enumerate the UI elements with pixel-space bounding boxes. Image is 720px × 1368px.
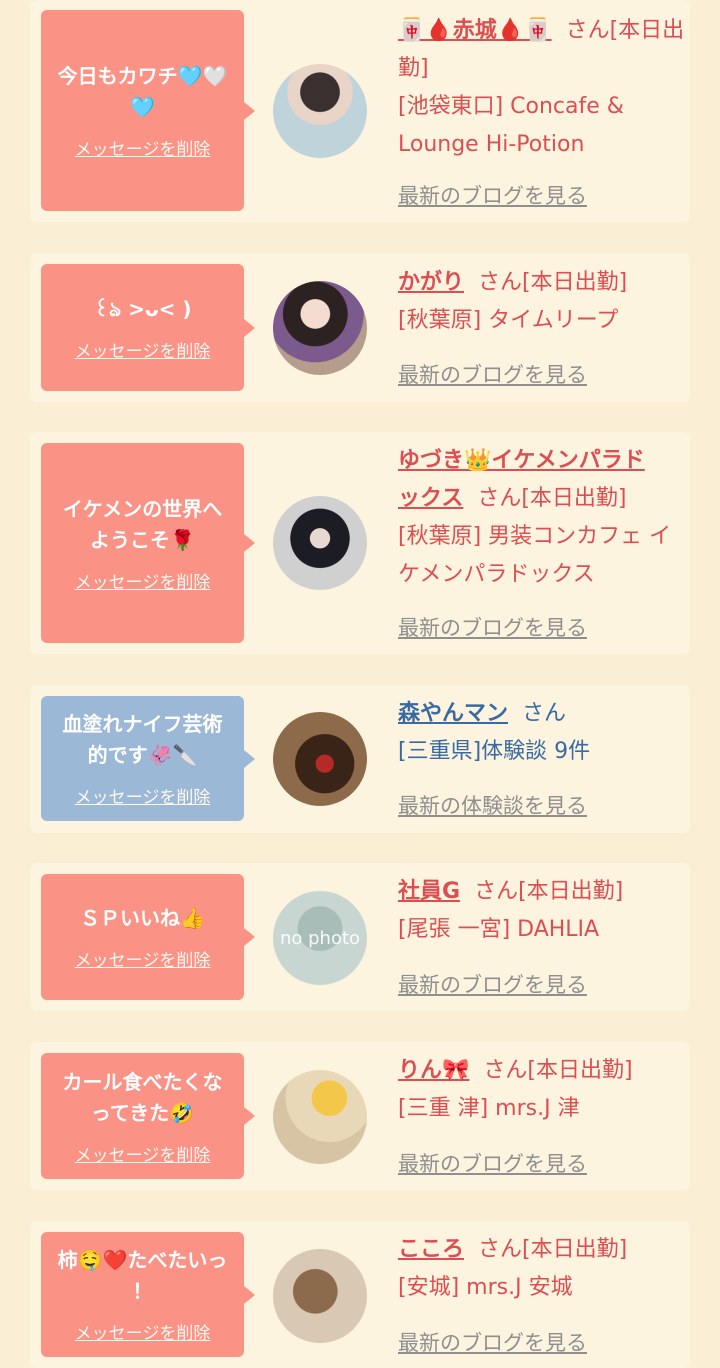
cast-name-link[interactable]: 🀄🩸赤城🩸🀄 [398,18,552,43]
delete-message-link[interactable]: メッセージを削除 [75,1141,211,1166]
delete-message-link[interactable]: メッセージを削除 [75,135,211,160]
delete-message-link[interactable]: メッセージを削除 [75,568,211,593]
avatar[interactable] [273,64,367,158]
message-card: ＳＰいいね👍 メッセージを削除 no photo 社員G さん[本日出勤] [尾張… [30,863,690,1011]
message-card: カール食べたくな ってきた🤣 メッセージを削除 りん🎀 さん[本日出勤] [三重 … [30,1042,690,1190]
cast-name-link[interactable]: ゆづき👑イケメンパラド [398,448,645,473]
message-bubble: 今日もカワチ🩵🤍🩵 メッセージを削除 [41,10,255,211]
message-text: 今日もカワチ🩵🤍🩵 [57,64,228,119]
shop-name: [三重 津] mrs.J 津 [398,1096,580,1121]
honorific-status: さん[本日出勤] [478,270,628,295]
latest-blog-link[interactable]: 最新のブログを見る [398,180,587,210]
message-list: 今日もカワチ🩵🤍🩵 メッセージを削除 🀄🩸赤城🩸🀄 さん[本日出勤] [池袋東口]… [0,0,720,1368]
shop-name: [尾張 一宮] DAHLIA [398,917,600,942]
message-bubble: イケメンの世界へ ようこそ🌹 メッセージを削除 [41,443,255,643]
shop-name: [秋葉原] タイムリープ [398,308,619,333]
avatar[interactable] [273,281,367,375]
cast-name-link[interactable]: りん🎀 [398,1058,469,1083]
honorific-status: さん[本日出勤] [483,1058,633,1083]
message-card: 今日もカワチ🩵🤍🩵 メッセージを削除 🀄🩸赤城🩸🀄 さん[本日出勤] [池袋東口]… [30,0,690,222]
message-card: ꒰ঌ >ᴗ< ) メッセージを削除 かがり さん[本日出勤] [秋葉原] タイムリ… [30,253,690,402]
avatar[interactable] [273,712,367,806]
sender-info: 森やんマン さん [三重県]体験談 9件 [398,695,686,771]
latest-blog-link[interactable]: 最新のブログを見る [398,1327,587,1357]
message-text: ＳＰいいね👍 [80,906,205,930]
sender-info: こころ さん[本日出勤] [安城] mrs.J 安城 [398,1231,686,1307]
cast-name-link[interactable]: 社員G [398,879,460,904]
shop-name: [池袋東口] Concafe & [398,94,624,119]
avatar[interactable] [273,1070,367,1164]
shop-name: [秋葉原] 男装コンカフェ イ [398,524,672,549]
cast-name-link[interactable]: かがり [398,270,464,295]
latest-review-link[interactable]: 最新の体験談を見る [398,790,587,820]
no-photo-label: no photo [279,927,361,949]
honorific-status: さん[本日出勤] [474,879,624,904]
latest-blog-link[interactable]: 最新のブログを見る [398,612,587,642]
sender-info: かがり さん[本日出勤] [秋葉原] タイムリープ [398,264,686,340]
shop-name-cont: Lounge Hi-Potion [398,132,585,157]
latest-blog-link[interactable]: 最新のブログを見る [398,359,587,389]
message-bubble: 血塗れナイフ芸術 的です🦑🔪 メッセージを削除 [41,696,255,821]
message-card: 血塗れナイフ芸術 的です🦑🔪 メッセージを削除 森やんマン さん [三重県]体験談… [30,685,690,833]
avatar[interactable] [273,1249,367,1343]
message-text: イケメンの世界へ ようこそ🌹 [62,496,223,552]
delete-message-link[interactable]: メッセージを削除 [75,783,211,808]
honorific-status: さん[本日出勤] [478,1237,628,1262]
no-photo-avatar[interactable]: no photo [273,891,367,985]
shop-name: [安城] mrs.J 安城 [398,1275,573,1300]
cast-name-link-cont[interactable]: ックス [398,486,463,511]
latest-blog-link[interactable]: 最新のブログを見る [398,969,587,999]
sender-info: 🀄🩸赤城🩸🀄 さん[本日出勤] [池袋東口] Concafe & Lounge H… [398,12,686,164]
latest-blog-link[interactable]: 最新のブログを見る [398,1148,587,1178]
message-bubble: ꒰ঌ >ᴗ< ) メッセージを削除 [41,264,255,391]
cast-name-link[interactable]: こころ [398,1237,464,1262]
sender-info: りん🎀 さん[本日出勤] [三重 津] mrs.J 津 [398,1052,686,1128]
delete-message-link[interactable]: メッセージを削除 [75,337,211,362]
avatar[interactable] [273,496,367,590]
sender-info: ゆづき👑イケメンパラド ックス さん[本日出勤] [秋葉原] 男装コンカフェ イ … [398,442,686,594]
message-text: 血塗れナイフ芸術 的です🦑🔪 [62,712,223,767]
user-name-link[interactable]: 森やんマン [398,701,508,726]
message-text: ꒰ঌ >ᴗ< ) [93,296,192,321]
delete-message-link[interactable]: メッセージを削除 [75,1319,211,1344]
message-card: イケメンの世界へ ようこそ🌹 メッセージを削除 ゆづき👑イケメンパラド ックスさ… [30,432,690,654]
message-bubble: 柿🤤❤️たべたいっ ！ メッセージを削除 [41,1232,255,1357]
review-count: [三重県]体験談 9件 [398,739,591,764]
message-text: 柿🤤❤️たべたいっ ！ [57,1248,228,1303]
message-bubble: カール食べたくな ってきた🤣 メッセージを削除 [41,1053,255,1179]
message-bubble: ＳＰいいね👍 メッセージを削除 [41,874,255,1000]
delete-message-link[interactable]: メッセージを削除 [75,946,211,971]
shop-name-cont: ケメンパラドックス [398,562,595,587]
sender-info: 社員G さん[本日出勤] [尾張 一宮] DAHLIA [398,873,686,949]
message-card: 柿🤤❤️たべたいっ ！ メッセージを削除 こころ さん[本日出勤] [安城] mr… [30,1221,690,1368]
honorific-status: さん[本日出勤] [477,486,627,511]
message-text: カール食べたくな ってきた🤣 [62,1069,223,1125]
honorific: さん [522,701,567,726]
